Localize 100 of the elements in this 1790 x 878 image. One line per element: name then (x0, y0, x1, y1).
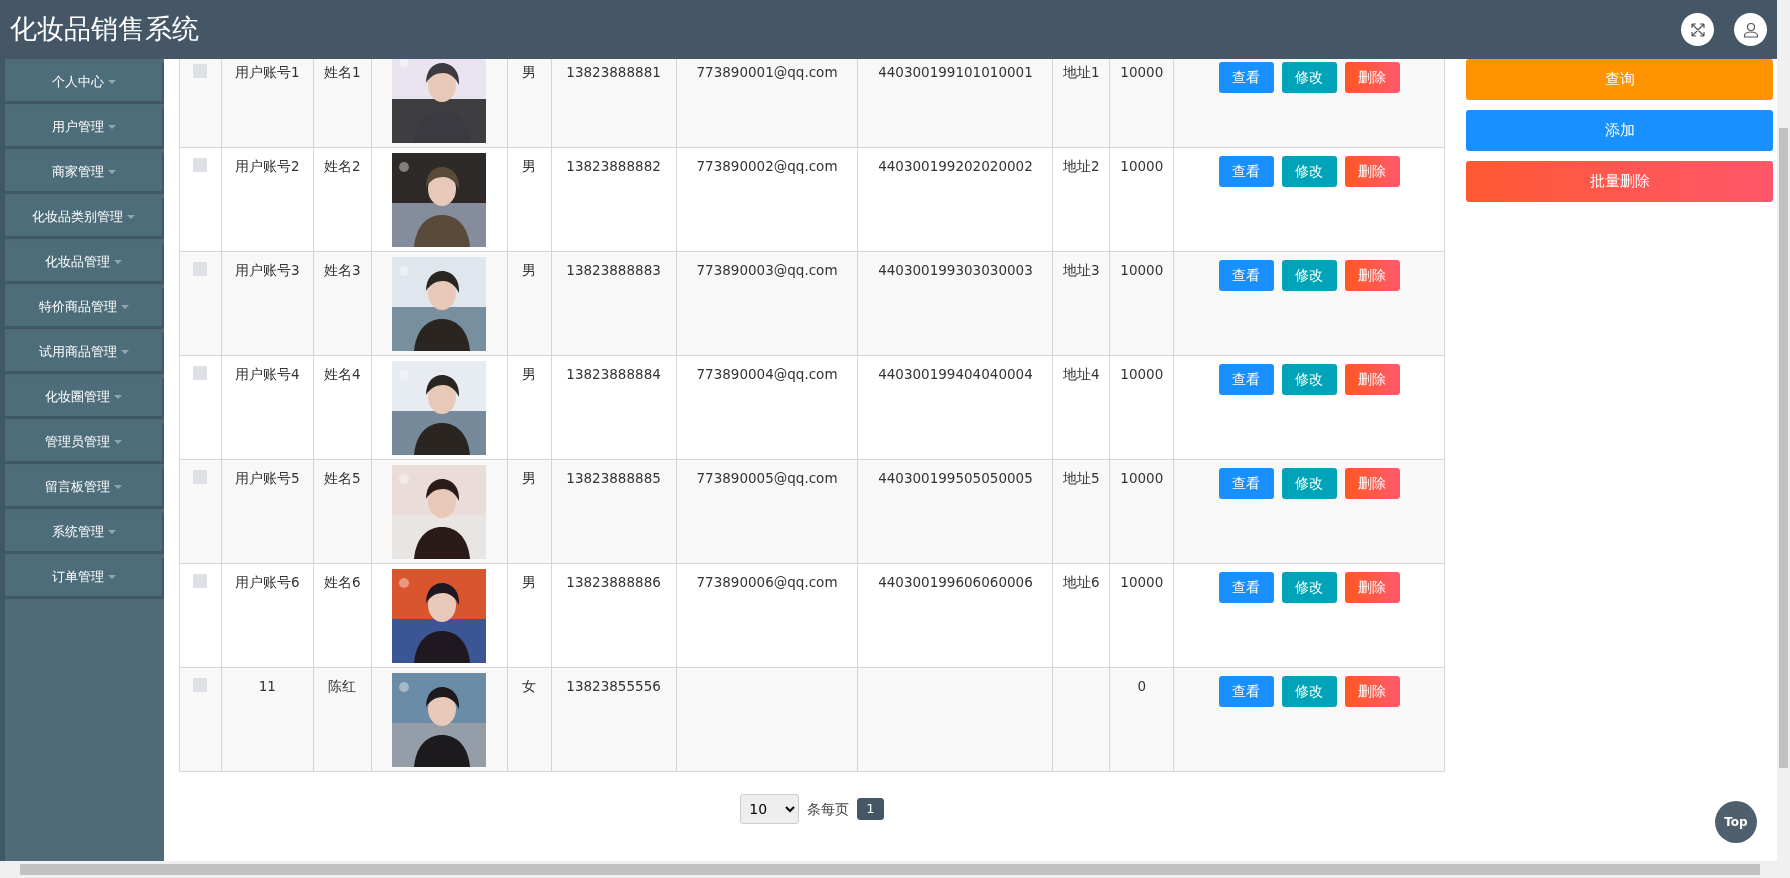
table-cell-text: 13823888881 (566, 64, 661, 80)
table-cell-text: 13823888883 (566, 262, 661, 278)
delete-button[interactable]: 删除 (1344, 468, 1400, 499)
edit-button[interactable]: 修改 (1281, 156, 1337, 187)
sidebar-item[interactable]: 系统管理 (5, 513, 164, 554)
search-button[interactable]: 查询 (1466, 59, 1773, 100)
caret-icon (114, 395, 122, 399)
fullscreen-button[interactable] (1681, 13, 1714, 46)
table-cell-text: 440300199606060006 (878, 574, 1033, 590)
view-button[interactable]: 查看 (1218, 156, 1274, 187)
caret-icon (107, 80, 116, 84)
table-cell-text: 10000 (1120, 470, 1164, 486)
table-cell-text: 773890003@qq.com (696, 262, 838, 278)
table-cell-text: 用户账号5 (235, 470, 300, 486)
sidebar-item[interactable]: 个人中心 (5, 63, 164, 104)
sidebar-item[interactable]: 化妆品管理 (5, 243, 164, 284)
row-checkbox[interactable] (193, 64, 208, 78)
caret-icon (114, 260, 122, 264)
sidebar-item[interactable]: 留言板管理 (5, 468, 164, 509)
caret-icon (114, 440, 122, 444)
edit-button[interactable]: 修改 (1281, 62, 1337, 93)
table-cell-text: 男 (522, 158, 537, 174)
user-button[interactable] (1734, 13, 1767, 46)
delete-button[interactable]: 删除 (1344, 156, 1400, 187)
table-cell-text: 地址5 (1063, 470, 1100, 486)
table-cell-text: 773890005@qq.com (696, 470, 838, 486)
delete-button[interactable]: 删除 (1344, 572, 1400, 603)
table-cell-text: 陈红 (328, 678, 357, 694)
view-button[interactable]: 查看 (1218, 468, 1274, 499)
edit-button[interactable]: 修改 (1281, 364, 1337, 395)
table-cell-text: 用户账号4 (235, 366, 300, 382)
caret-icon (107, 575, 116, 579)
delete-button[interactable]: 删除 (1344, 676, 1400, 707)
table-cell-text: 男 (522, 366, 537, 382)
table-cell-text: 姓名4 (323, 366, 361, 382)
row-checkbox[interactable] (193, 678, 208, 692)
caret-icon (127, 215, 135, 219)
row-checkbox[interactable] (193, 262, 208, 276)
table-cell-text: 男 (522, 470, 537, 486)
sidebar-item[interactable]: 特价商品管理 (5, 288, 164, 329)
table-cell-text: 440300199101010001 (878, 64, 1033, 80)
edit-button[interactable]: 修改 (1281, 572, 1337, 603)
edit-button[interactable]: 修改 (1281, 468, 1337, 499)
add-button[interactable]: 添加 (1466, 110, 1773, 151)
row-checkbox[interactable] (193, 470, 208, 484)
table-cell-text: 姓名5 (323, 470, 361, 486)
table-cell-text: 用户账号3 (235, 262, 300, 278)
edit-button[interactable]: 修改 (1281, 676, 1337, 707)
table-cell-text: 用户账号2 (235, 158, 300, 174)
table-cell-text: 姓名6 (323, 574, 361, 590)
scrollbar[interactable] (0, 861, 1790, 878)
row-checkbox[interactable] (193, 158, 208, 172)
view-button[interactable]: 查看 (1218, 62, 1274, 93)
delete-button[interactable]: 删除 (1344, 364, 1400, 395)
expand-icon (1689, 21, 1706, 38)
table-cell-text: 姓名3 (323, 262, 361, 278)
view-button[interactable]: 查看 (1218, 364, 1274, 395)
sidebar-item[interactable]: 商家管理 (5, 153, 164, 194)
table-cell-text: 男 (522, 574, 537, 590)
table-cell-text: 13823888885 (566, 470, 661, 486)
table-cell-text: 10000 (1120, 366, 1164, 382)
edit-button[interactable]: 修改 (1281, 260, 1337, 291)
table-cell-text: 男 (522, 262, 537, 278)
delete-button[interactable]: 删除 (1344, 260, 1400, 291)
table-cell-text: 13823888886 (566, 574, 661, 590)
table-cell-text: 用户账号6 (235, 574, 300, 590)
per-page-label: 条每页 (807, 799, 850, 819)
table-cell-text: 地址2 (1063, 158, 1100, 174)
table-cell-text: 440300199202020002 (878, 158, 1033, 174)
row-checkbox[interactable] (193, 366, 208, 380)
caret-icon (107, 530, 116, 534)
view-button[interactable]: 查看 (1218, 260, 1274, 291)
table-cell-text: 773890004@qq.com (696, 366, 838, 382)
sidebar-item[interactable]: 用户管理 (5, 108, 164, 149)
user-icon (1742, 21, 1759, 38)
sidebar-item[interactable]: 订单管理 (5, 558, 164, 599)
table-cell-text: 女 (522, 678, 537, 694)
back-to-top-button[interactable]: Top (1715, 801, 1757, 843)
table-cell-text: 用户账号1 (235, 64, 300, 80)
table-cell-text: 440300199505050005 (878, 470, 1033, 486)
row-checkbox[interactable] (193, 574, 208, 588)
scrollbar[interactable] (1777, 0, 1790, 861)
sidebar-item[interactable]: 管理员管理 (5, 423, 164, 464)
sidebar-item[interactable]: 化妆品类别管理 (5, 198, 164, 239)
view-button[interactable]: 查看 (1218, 572, 1274, 603)
batch-delete-button[interactable]: 批量删除 (1466, 161, 1773, 202)
view-button[interactable]: 查看 (1218, 676, 1274, 707)
page-button[interactable]: 1 (857, 798, 884, 820)
table-cell-text: 440300199303030003 (878, 262, 1033, 278)
table-cell-text: 地址4 (1063, 366, 1100, 382)
sidebar-item[interactable]: 试用商品管理 (5, 333, 164, 374)
caret-icon (107, 170, 116, 174)
sidebar-item[interactable]: 化妆圈管理 (5, 378, 164, 419)
table-cell-text: 10000 (1120, 262, 1164, 278)
delete-button[interactable]: 删除 (1344, 62, 1400, 93)
app-title: 化妆品销售系统 (10, 12, 200, 47)
page-size-select[interactable]: 10 (740, 794, 800, 824)
table-cell-text: 13823855556 (566, 678, 661, 694)
table-cell-text: 姓名2 (323, 158, 361, 174)
table-cell-text: 地址3 (1063, 262, 1100, 278)
